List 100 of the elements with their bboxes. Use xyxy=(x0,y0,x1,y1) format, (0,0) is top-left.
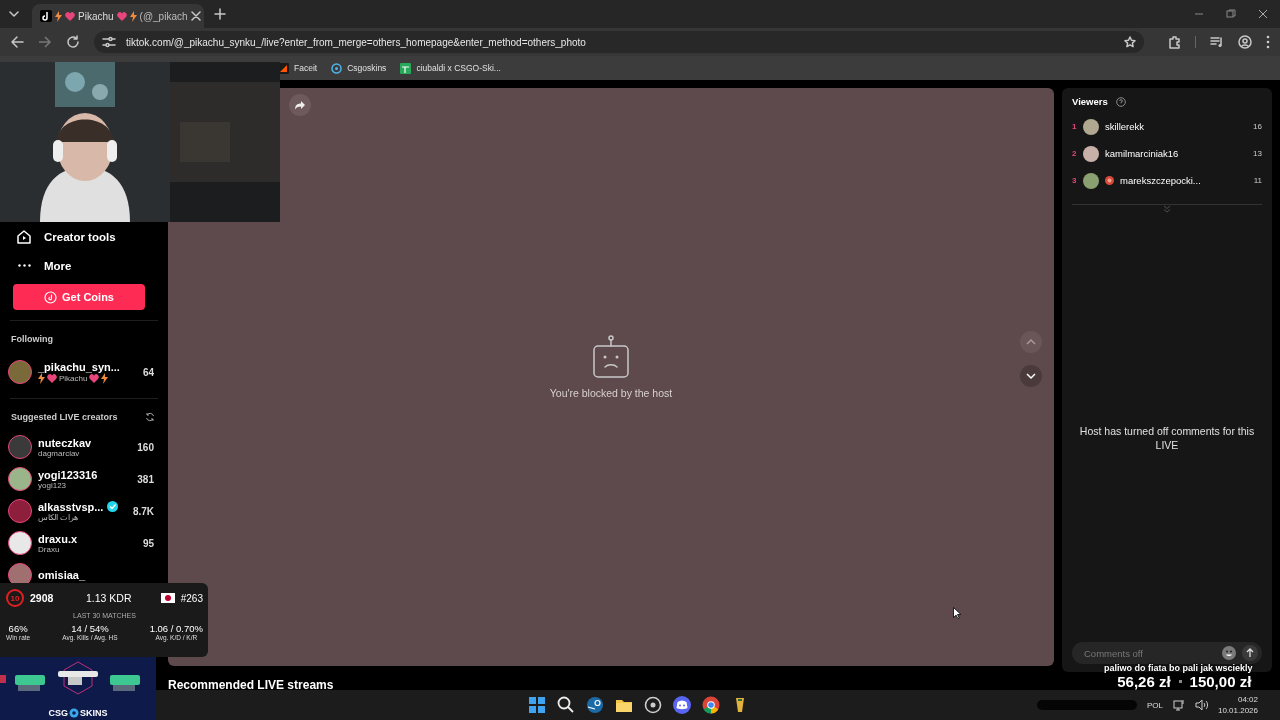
bolt-icon xyxy=(129,10,137,22)
nav-item[interactable]: More xyxy=(8,251,158,280)
media-icon[interactable] xyxy=(1210,36,1224,48)
time-text: 04:02 xyxy=(1237,694,1258,705)
viewer-name[interactable]: kamilmarciniak16 xyxy=(1105,148,1248,159)
panel-title: Viewers xyxy=(1072,96,1108,107)
rank-number: 2 xyxy=(1072,149,1077,158)
section-heading: Suggested LIVE creators xyxy=(11,412,118,422)
viewer-name[interactable]: skillerekk xyxy=(1105,121,1248,132)
forward-icon[interactable] xyxy=(38,35,52,49)
address-bar[interactable]: tiktok.com/@_pikachu_synku_/live?enter_from_merge=others_homepage&enter_method=others_photo xyxy=(94,31,1144,53)
kdr-value: 1.13 KDR xyxy=(86,592,133,604)
nav-item[interactable]: Creator tools xyxy=(8,222,158,251)
blocked-message: You're blocked by the host xyxy=(549,387,673,399)
creator-subtitle: yogi123 xyxy=(38,480,67,490)
creator-subtitle: Draxu xyxy=(38,544,60,554)
close-icon[interactable] xyxy=(190,11,201,21)
creator-item[interactable]: yogi123316 yogi123 381 xyxy=(8,463,158,495)
coin-icon xyxy=(44,290,57,304)
section-heading: Following xyxy=(11,334,54,344)
level-badge: 10 xyxy=(6,589,24,607)
creator-subtitle: dagmarciav xyxy=(38,448,80,458)
new-tab-icon[interactable] xyxy=(214,8,226,20)
rank-value: #263 xyxy=(180,592,203,604)
bolt-icon xyxy=(55,10,62,22)
url-text: tiktok.com/@_pikachu_synku_/live?enter_from_merge=others_homepage&enter_method=others_photo xyxy=(126,36,586,48)
bolt-icon xyxy=(38,372,45,384)
dots-icon xyxy=(18,264,31,267)
creator-name: draxu.x xyxy=(38,532,78,545)
heart-icon xyxy=(65,11,75,21)
restore-icon[interactable] xyxy=(1226,9,1236,19)
viewer-count: 8.7K xyxy=(132,505,155,517)
discord-icon[interactable] xyxy=(672,695,692,715)
creator-name: _pikachu_syn... xyxy=(38,360,120,373)
reload-icon[interactable] xyxy=(66,35,80,49)
bookmark-star-icon[interactable] xyxy=(1124,36,1136,48)
creator-item[interactable]: nuteczkav dagmarciav 160 xyxy=(8,431,158,463)
amount-separator xyxy=(1178,680,1182,683)
viewer-score: 13 xyxy=(1253,149,1262,158)
creator-name: yogi123316 xyxy=(38,468,98,481)
section-heading: Recommended LIVE streams xyxy=(168,678,335,690)
ring-icon[interactable] xyxy=(643,695,663,715)
send-icon[interactable] xyxy=(1242,645,1258,661)
browser-tab[interactable]: Pikachu (@_pikach xyxy=(32,4,204,28)
viewer-count: 381 xyxy=(137,473,155,485)
creator-item[interactable]: _pikachu_syn... Pikachu 64 xyxy=(8,356,158,388)
tab-title: (@_pikach xyxy=(139,10,188,22)
viewer-count: 95 xyxy=(142,537,155,549)
network-icon[interactable] xyxy=(1172,699,1185,711)
rank-number: 1 xyxy=(1072,122,1077,131)
menu-icon[interactable] xyxy=(1266,35,1270,49)
viewer-score: 11 xyxy=(1253,176,1262,185)
cursor-icon xyxy=(953,607,961,619)
clock[interactable]: 04:02 10.01.2026 xyxy=(1217,694,1258,716)
bookmark[interactable]: ciubaldi x CSGO-Ski... xyxy=(400,62,501,74)
help-icon[interactable] xyxy=(1115,96,1126,107)
heart-icon xyxy=(116,11,127,21)
share-icon[interactable] xyxy=(289,94,311,116)
target-icon xyxy=(331,62,343,74)
heart-icon xyxy=(47,373,57,383)
bolt-icon xyxy=(101,372,109,384)
extensions-icon[interactable] xyxy=(1168,35,1181,49)
creator-item[interactable]: draxu.x Draxu 95 xyxy=(8,527,158,559)
brand-text: SKINS xyxy=(80,708,108,718)
volume-icon[interactable] xyxy=(1194,699,1208,711)
sheet-icon xyxy=(400,62,412,74)
close-icon[interactable] xyxy=(1258,9,1268,19)
viewer-score: 16 xyxy=(1253,122,1262,131)
steam-icon[interactable] xyxy=(585,695,605,715)
viewer-count: 160 xyxy=(137,441,155,453)
heart-icon xyxy=(89,373,100,383)
creator-name: nuteczkav xyxy=(38,436,92,449)
profile-icon[interactable] xyxy=(1238,35,1252,49)
start-icon[interactable] xyxy=(527,695,547,715)
comments-notice: Host has turned off comments for this LIVE xyxy=(1078,423,1256,452)
flag-icon xyxy=(160,593,175,603)
back-icon[interactable] xyxy=(10,35,24,49)
stat-value: 1.06 / 0.70% xyxy=(149,623,203,634)
search-icon[interactable] xyxy=(556,695,576,715)
viewer-name[interactable]: marekszczepocki... xyxy=(1120,175,1248,186)
home-play-icon xyxy=(16,228,32,245)
creator-subtitle: هرات الكاس xyxy=(38,512,79,522)
emoji-icon[interactable] xyxy=(1222,646,1236,660)
chrome-icon[interactable] xyxy=(701,695,721,715)
app-icon xyxy=(40,10,52,22)
date-text: 10.01.2026 xyxy=(1217,705,1258,716)
brand-text: CSG xyxy=(48,708,68,718)
creator-name: omisiaa_ xyxy=(38,569,86,581)
creator-subtitle: Pikachu xyxy=(59,373,88,383)
language-indicator[interactable]: POL xyxy=(1146,700,1163,710)
bookmark[interactable]: Csgoskins xyxy=(331,62,387,74)
gear-icon xyxy=(69,708,79,718)
donation-goal: 150,00 zł xyxy=(1189,673,1252,690)
creator-name: alkasstvsp... xyxy=(38,500,104,513)
site-settings-icon xyxy=(102,36,116,48)
refresh-icon[interactable] xyxy=(145,412,155,422)
get-coins-button[interactable]: Get Coins xyxy=(13,284,145,310)
viewer-count: 64 xyxy=(142,366,155,378)
elo-value: 2908 xyxy=(30,592,55,604)
stat-value: 66% xyxy=(8,623,28,634)
